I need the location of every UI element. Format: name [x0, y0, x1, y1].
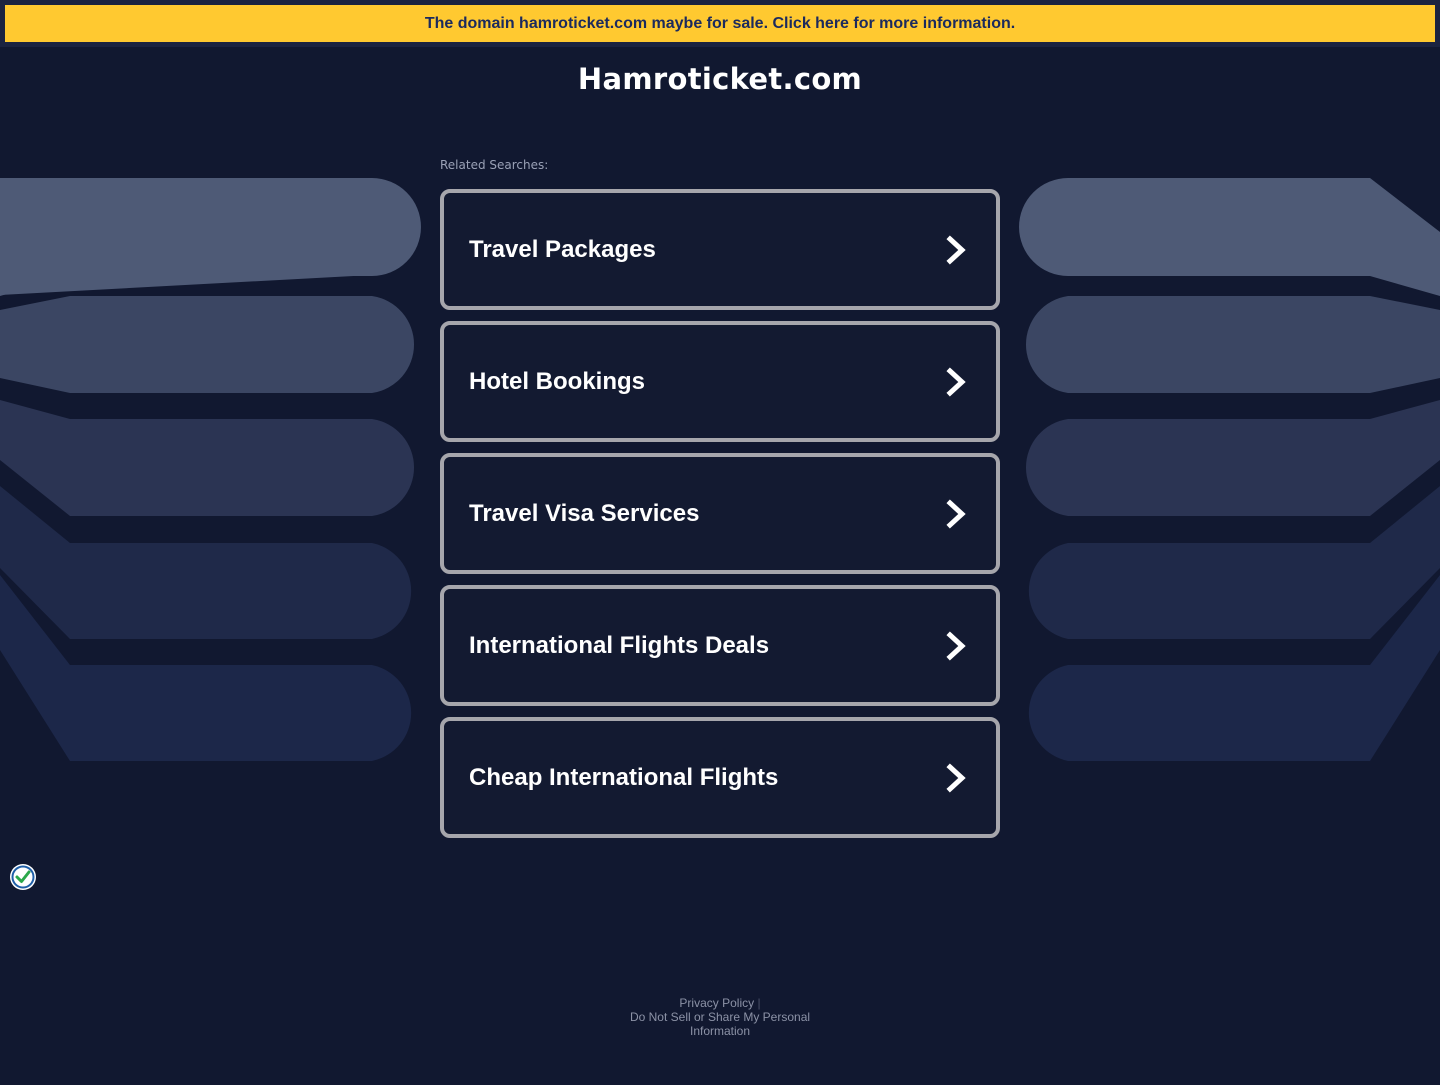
related-link-label: Cheap International Flights: [469, 764, 779, 791]
related-link-hotel-bookings[interactable]: Hotel Bookings: [440, 321, 1000, 442]
related-link-label: International Flights Deals: [469, 632, 770, 659]
domain-sale-banner[interactable]: The domain hamroticket.com maybe for sal…: [5, 5, 1435, 42]
chevron-right-icon: [946, 631, 966, 661]
chevron-right-icon: [946, 763, 966, 793]
do-not-sell-link-line1[interactable]: Do Not Sell or Share My Personal: [630, 1010, 810, 1024]
related-link-cheap-international-flights[interactable]: Cheap International Flights: [440, 717, 1000, 838]
do-not-sell-link-line2[interactable]: Information: [690, 1024, 750, 1038]
footer-links-row: Privacy Policy |: [0, 996, 1440, 1010]
related-searches-label: Related Searches:: [440, 158, 549, 172]
do-not-sell-row-2: Information: [0, 1024, 1440, 1038]
footer-separator: |: [757, 996, 761, 1010]
chevron-right-icon: [946, 499, 966, 529]
chevron-right-icon: [946, 367, 966, 397]
chevron-right-icon: [946, 235, 966, 265]
related-link-travel-packages[interactable]: Travel Packages: [440, 189, 1000, 310]
sale-banner-container: The domain hamroticket.com maybe for sal…: [0, 0, 1440, 47]
related-link-label: Travel Visa Services: [469, 500, 700, 527]
right-decoration: [1019, 178, 1440, 761]
privacy-policy-link[interactable]: Privacy Policy: [679, 996, 754, 1010]
related-link-label: Hotel Bookings: [469, 368, 646, 395]
site-title: Hamroticket.com: [577, 62, 863, 96]
related-link-international-flights-deals[interactable]: International Flights Deals: [440, 585, 1000, 706]
do-not-sell-row: Do Not Sell or Share My Personal: [0, 1010, 1440, 1024]
privacy-shield-check-icon[interactable]: [9, 863, 37, 891]
related-link-label: Travel Packages: [469, 236, 656, 263]
left-decoration: [0, 178, 421, 761]
related-link-travel-visa-services[interactable]: Travel Visa Services: [440, 453, 1000, 574]
